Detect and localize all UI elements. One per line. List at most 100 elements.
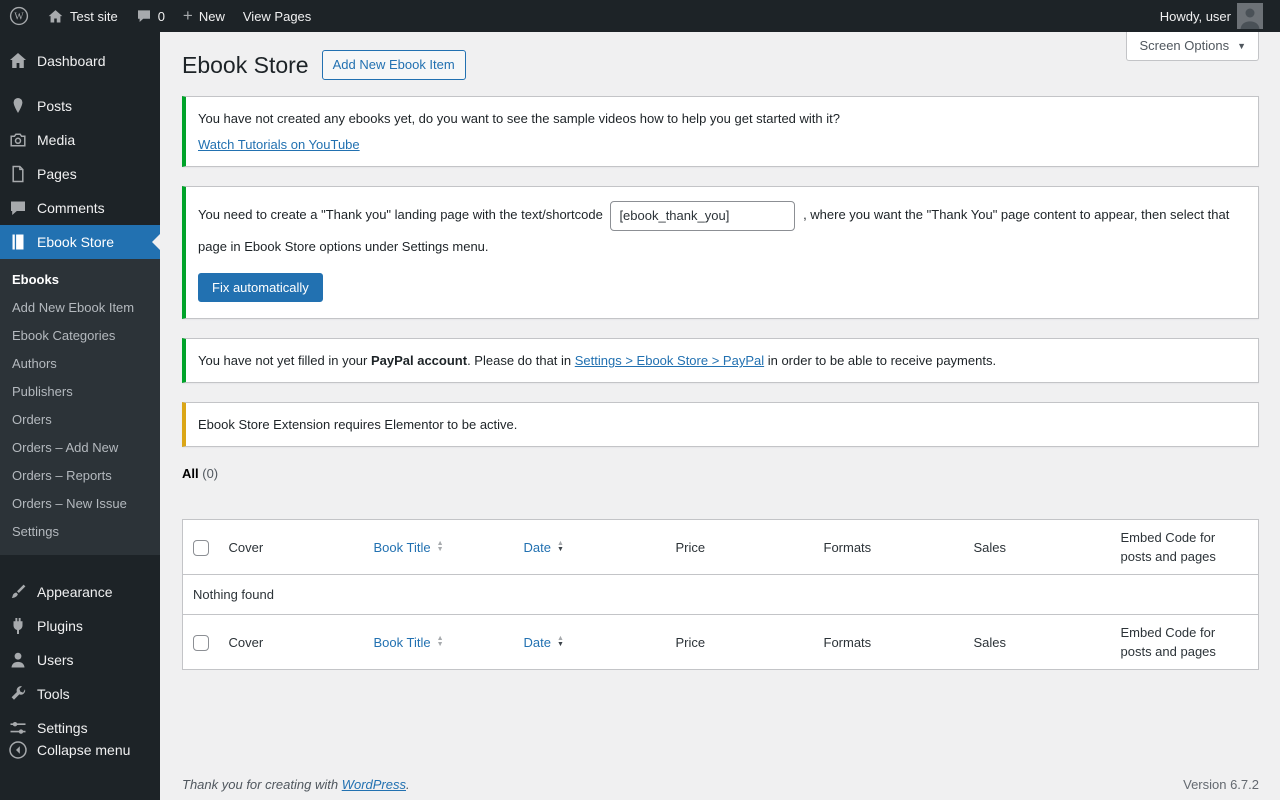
sidebar-item-users[interactable]: Users — [0, 643, 160, 677]
menu-separator — [0, 78, 160, 89]
filter-all-label: All — [182, 466, 199, 482]
admin-bar-view-pages-link[interactable]: View Pages — [234, 0, 320, 32]
admin-bar-new-link[interactable]: + New — [174, 0, 234, 32]
filter-all-count: (0) — [202, 466, 219, 482]
screen-options-label: Screen Options — [1139, 38, 1230, 53]
sidebar-item-posts[interactable]: Posts — [0, 89, 160, 123]
sidebar-item-appearance[interactable]: Appearance — [0, 575, 160, 609]
sidebar-item-tools[interactable]: Tools — [0, 677, 160, 711]
sidebar-item-label: Plugins — [37, 618, 83, 634]
wordpress-link[interactable]: WordPress — [342, 777, 406, 792]
main-content: Screen Options ▼ Ebook Store Add New Ebo… — [160, 0, 1280, 792]
submenu-item-orders[interactable]: Orders — [0, 406, 160, 434]
home-icon — [47, 8, 64, 25]
collapse-arrow-icon — [8, 740, 28, 760]
site-name-link[interactable]: Test site — [38, 0, 127, 32]
admin-footer: Thank you for creating with WordPress. V… — [182, 777, 1259, 792]
sidebar-item-pages[interactable]: Pages — [0, 157, 160, 191]
table-header-row: Cover Book Title ▲ ▼ Date ▲ ▼ Price Formats … — [182, 519, 1259, 576]
submenu-item-ebook-categories[interactable]: Ebook Categories — [0, 322, 160, 350]
sidebar-item-dashboard[interactable]: Dashboard — [0, 44, 160, 78]
brush-icon — [8, 582, 28, 602]
ebooks-table: Cover Book Title ▲ ▼ Date ▲ ▼ Price Formats … — [182, 519, 1259, 671]
sidebar-item-label: Appearance — [37, 584, 113, 600]
add-new-ebook-button[interactable]: Add New Ebook Item — [321, 50, 466, 81]
submenu-item-publishers[interactable]: Publishers — [0, 378, 160, 406]
camera-icon — [8, 130, 28, 150]
footer-thanks: Thank you for creating with WordPress. — [182, 777, 410, 792]
notice-elementor-text: Ebook Store Extension requires Elementor… — [198, 417, 518, 433]
sort-arrows-icon: ▲ ▼ — [556, 540, 564, 554]
plus-icon: + — [182, 5, 193, 25]
paypal-settings-link[interactable]: Settings > Ebook Store > PayPal — [575, 353, 764, 368]
submenu-item-add-new-ebook[interactable]: Add New Ebook Item — [0, 294, 160, 322]
submenu-item-orders-reports[interactable]: Orders – Reports — [0, 462, 160, 490]
column-date-sort-bottom[interactable]: Date ▲ ▼ — [524, 633, 564, 652]
shortcode-input[interactable] — [610, 200, 796, 231]
paypal-account-bold: PayPal account — [370, 353, 468, 369]
plug-icon — [8, 616, 28, 636]
column-book-title-sort-bottom[interactable]: Book Title ▲ ▼ — [374, 633, 444, 652]
notice-paypal: You have not yet filled in your PayPal a… — [182, 338, 1259, 384]
admin-bar-comments-link[interactable]: 0 — [127, 0, 174, 32]
wordpress-logo-button[interactable]: W — [0, 0, 38, 32]
column-book-title-sort[interactable]: Book Title ▲ ▼ — [374, 538, 444, 557]
sidebar-item-media[interactable]: Media — [0, 123, 160, 157]
page-header: Ebook Store Add New Ebook Item — [182, 50, 1259, 81]
user-icon — [8, 650, 28, 670]
ebook-store-submenu: Ebooks Add New Ebook Item Ebook Categori… — [0, 259, 160, 555]
notice-elementor: Ebook Store Extension requires Elementor… — [182, 402, 1259, 448]
submenu-item-ebooks[interactable]: Ebooks — [0, 266, 160, 294]
posts-pin-icon — [8, 96, 28, 116]
howdy-label: Howdy, user — [1159, 8, 1231, 24]
avatar — [1237, 3, 1263, 29]
sidebar-item-label: Pages — [37, 166, 77, 182]
sidebar-item-label: Dashboard — [37, 53, 106, 69]
paypal-text-start: You have not yet filled in your — [198, 353, 371, 369]
sidebar-item-label: Tools — [37, 686, 70, 702]
notice-tutorials: You have not created any ebooks yet, do … — [182, 96, 1259, 168]
column-cover: Cover — [218, 519, 364, 576]
svg-text:W: W — [14, 12, 24, 23]
column-formats: Formats — [813, 519, 964, 576]
sidebar-item-plugins[interactable]: Plugins — [0, 609, 160, 643]
submenu-item-settings[interactable]: Settings — [0, 518, 160, 546]
sidebar-item-label: Media — [37, 132, 76, 148]
collapse-menu-button[interactable]: Collapse menu — [0, 733, 160, 767]
book-icon — [8, 232, 28, 252]
notice-tutorials-text: You have not created any ebooks yet, do … — [198, 111, 840, 127]
column-cover: Cover — [218, 614, 364, 670]
new-label: New — [198, 8, 225, 24]
howdy-account-link[interactable]: Howdy, user — [1151, 0, 1272, 32]
sidebar-item-label: Comments — [37, 200, 105, 216]
sort-arrows-icon: ▲ ▼ — [436, 540, 444, 554]
watch-tutorials-link[interactable]: Watch Tutorials on YouTube — [198, 137, 360, 152]
collapse-menu-label: Collapse menu — [37, 742, 131, 758]
footer-version: Version 6.7.2 — [1183, 777, 1259, 792]
select-all-checkbox-bottom[interactable] — [193, 635, 209, 652]
column-date-sort[interactable]: Date ▲ ▼ — [524, 538, 564, 557]
submenu-item-orders-add-new[interactable]: Orders – Add New — [0, 434, 160, 462]
column-embed-code: Embed Code for posts and pages — [1110, 519, 1259, 576]
select-all-checkbox[interactable] — [193, 540, 209, 557]
empty-row-text: Nothing found — [193, 587, 274, 603]
menu-separator — [0, 555, 160, 575]
thank-you-text-before: You need to create a "Thank you" landing… — [198, 207, 603, 223]
sidebar-item-comments[interactable]: Comments — [0, 191, 160, 225]
wrench-icon — [8, 684, 28, 704]
wordpress-logo-icon: W — [9, 6, 29, 26]
column-embed-code: Embed Code for posts and pages — [1110, 614, 1259, 670]
footer-thanks-text: Thank you for creating with — [182, 777, 342, 792]
fix-automatically-button[interactable]: Fix automatically — [198, 273, 323, 303]
sidebar-item-ebook-store[interactable]: Ebook Store — [0, 225, 160, 259]
page-icon — [8, 164, 28, 184]
submenu-item-orders-new-issue[interactable]: Orders – New Issue — [0, 490, 160, 518]
screen-options-button[interactable]: Screen Options ▼ — [1126, 32, 1259, 61]
column-sales: Sales — [963, 519, 1111, 576]
column-price: Price — [665, 519, 814, 576]
submenu-item-authors[interactable]: Authors — [0, 350, 160, 378]
comment-count: 0 — [157, 8, 165, 24]
sort-arrows-icon: ▲ ▼ — [436, 635, 444, 649]
comment-bubble-icon — [136, 8, 152, 24]
filter-all-link[interactable]: All (0) — [182, 466, 218, 481]
